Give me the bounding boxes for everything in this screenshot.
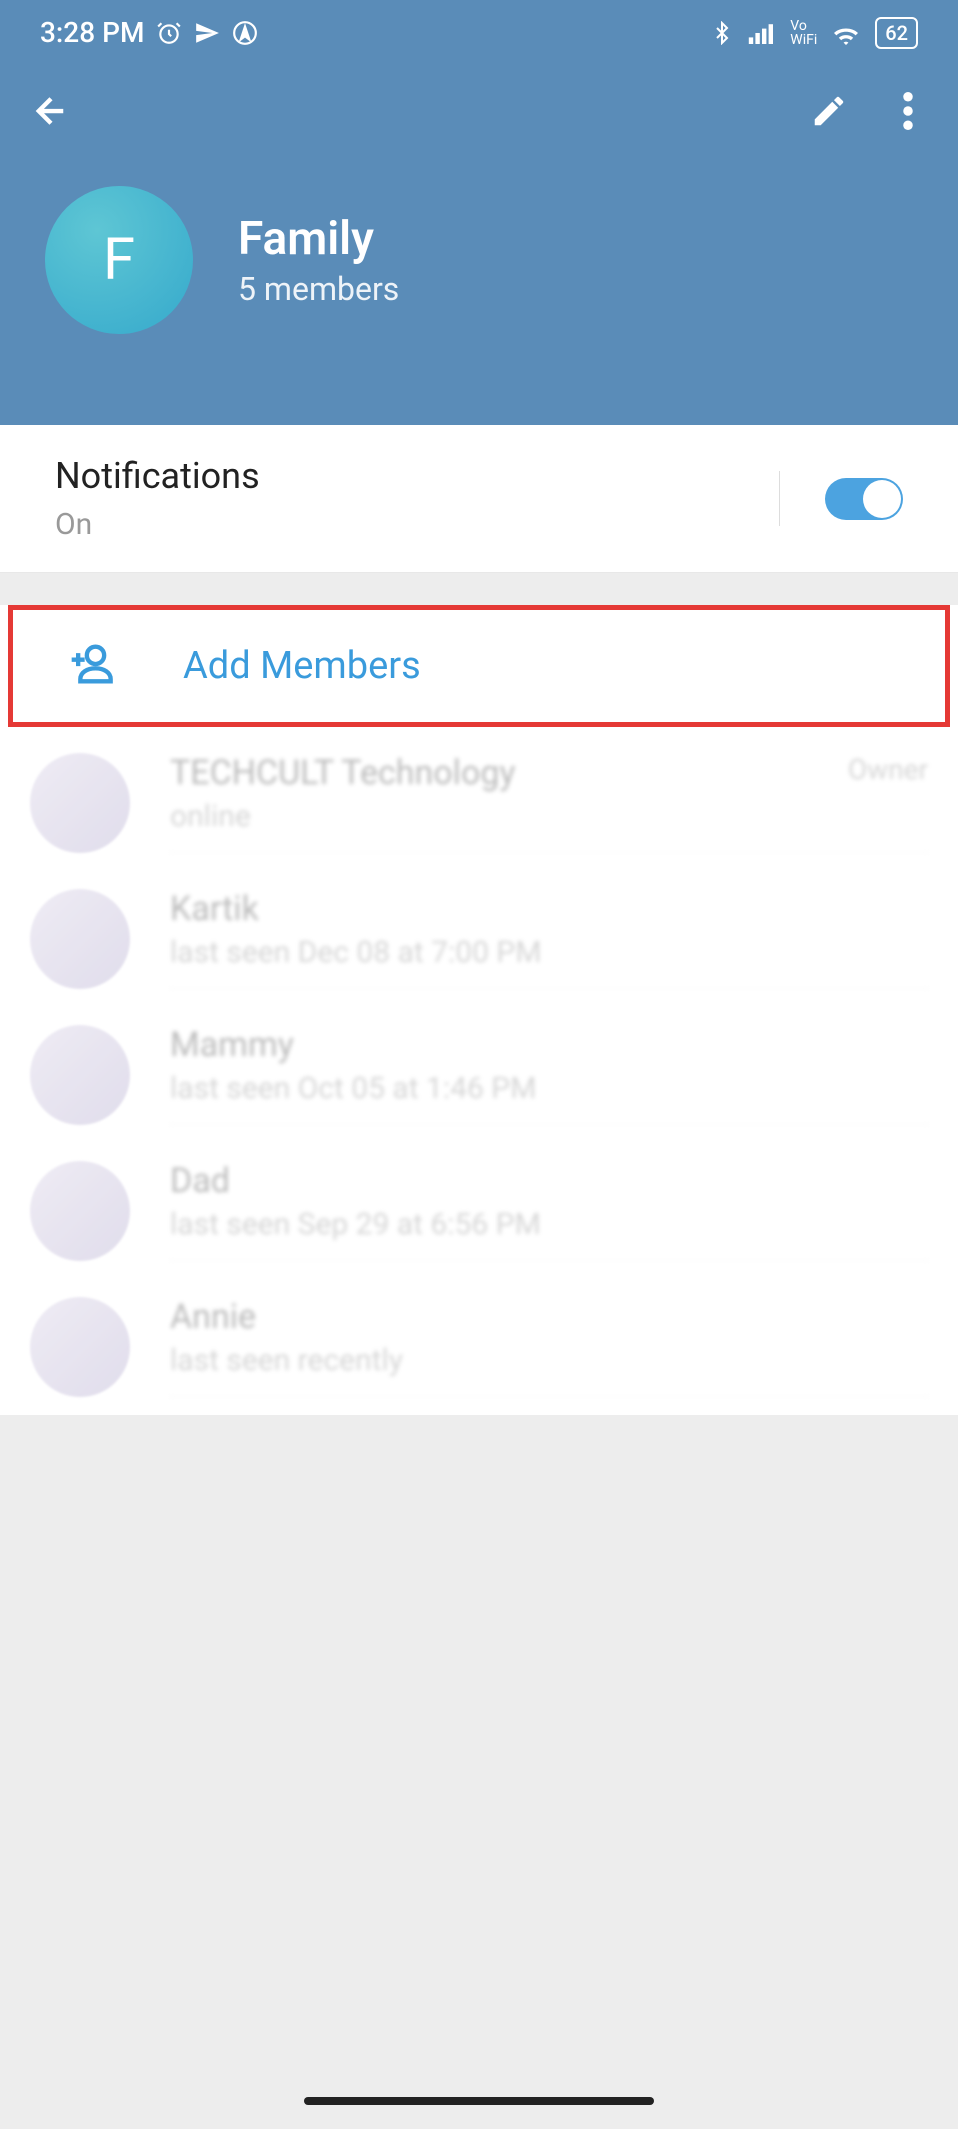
member-name: Mammy [170, 1025, 928, 1065]
member-avatar [30, 1025, 130, 1125]
member-item[interactable]: Dad last seen Sep 29 at 6:56 PM [0, 1143, 958, 1279]
member-avatar [30, 753, 130, 853]
member-status: last seen Sep 29 at 6:56 PM [170, 1207, 928, 1242]
member-avatar [30, 1297, 130, 1397]
members-section: Add Members TECHCULT Technology Owner on… [0, 605, 958, 1415]
group-avatar-initial: F [103, 226, 135, 294]
alarm-icon [156, 20, 182, 46]
member-name: Annie [170, 1297, 928, 1337]
status-bar: 3:28 PM VoWiFi 62 [0, 0, 958, 65]
member-name: TECHCULT Technology [170, 753, 516, 793]
status-right: VoWiFi 62 [710, 17, 918, 49]
member-avatar [30, 1161, 130, 1261]
app-icon [232, 20, 258, 46]
member-status: last seen Dec 08 at 7:00 PM [170, 935, 928, 970]
home-indicator[interactable] [304, 2097, 654, 2105]
group-header: F Family 5 members [0, 65, 958, 425]
member-status: online [170, 799, 928, 834]
member-avatar [30, 889, 130, 989]
back-icon[interactable] [30, 90, 72, 136]
member-role: Owner [848, 753, 928, 786]
member-name: Kartik [170, 889, 928, 929]
group-avatar[interactable]: F [45, 186, 193, 334]
add-member-icon [63, 638, 115, 694]
group-info: F Family 5 members [30, 186, 928, 334]
send-icon [194, 20, 220, 46]
member-status: last seen Oct 05 at 1:46 PM [170, 1071, 928, 1106]
toggle-divider [779, 471, 780, 526]
notifications-title: Notifications [55, 455, 260, 497]
more-icon[interactable] [903, 92, 913, 134]
signal-icon [748, 22, 776, 44]
member-item[interactable]: Mammy last seen Oct 05 at 1:46 PM [0, 1007, 958, 1143]
notifications-section[interactable]: Notifications On [0, 425, 958, 573]
vowifi-icon: VoWiFi [790, 19, 817, 47]
wifi-icon [831, 21, 861, 45]
member-item[interactable]: Kartik last seen Dec 08 at 7:00 PM [0, 871, 958, 1007]
group-name: Family [238, 212, 399, 266]
status-time: 3:28 PM [40, 16, 144, 49]
group-member-count: 5 members [238, 270, 399, 308]
member-item[interactable]: Annie last seen recently [0, 1279, 958, 1415]
member-name: Dad [170, 1161, 928, 1201]
header-toolbar [30, 65, 928, 136]
member-status: last seen recently [170, 1343, 928, 1378]
battery-indicator: 62 [875, 17, 918, 49]
bluetooth-icon [710, 21, 734, 45]
add-members-button[interactable]: Add Members [8, 605, 950, 727]
notifications-status: On [55, 507, 260, 542]
status-left: 3:28 PM [40, 16, 258, 49]
notifications-toggle[interactable] [825, 478, 903, 520]
edit-icon[interactable] [810, 92, 848, 134]
add-members-label: Add Members [183, 644, 421, 688]
member-item[interactable]: TECHCULT Technology Owner online [0, 735, 958, 871]
